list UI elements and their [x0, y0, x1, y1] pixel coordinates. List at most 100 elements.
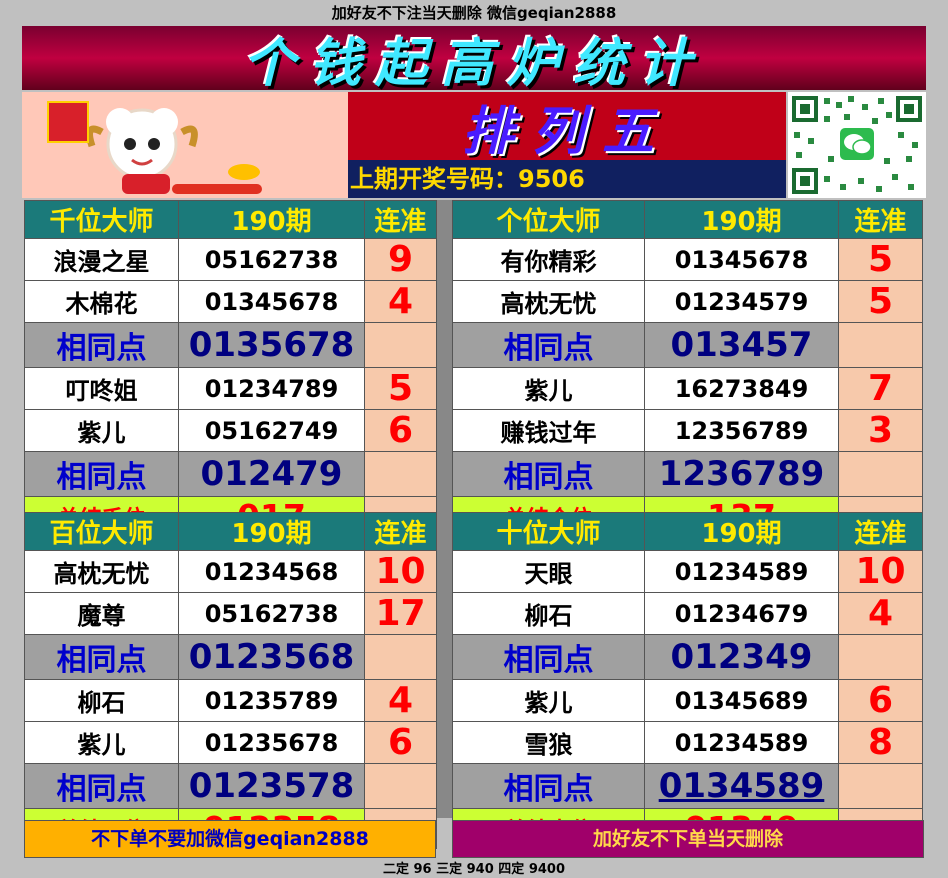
master-number: 01345678 [644, 238, 839, 281]
section-period: 190期 [178, 200, 365, 239]
banner-title: 个钱起高炉统计 [242, 33, 705, 94]
common-digits: 0123578 [178, 763, 365, 809]
streak-count: 6 [364, 409, 437, 452]
empty-cell [838, 451, 923, 497]
streak-count: 9 [364, 238, 437, 281]
streak-count: 4 [364, 679, 437, 722]
master-number: 01234589 [644, 721, 839, 764]
common-row: 相同点 0135678 [24, 322, 437, 368]
master-name: 叮咚姐 [24, 367, 179, 410]
master-number: 01235678 [178, 721, 365, 764]
section-baiwei: 百位大师 190期 连准 高枕无忧 01234568 10 魔尊 0516273… [24, 512, 437, 849]
common-digits: 0123568 [178, 634, 365, 680]
section-shiwei: 十位大师 190期 连准 天眼 01234589 10 柳石 01234679 … [452, 512, 923, 849]
table-row: 柳石 01234679 4 [452, 592, 923, 635]
empty-cell [838, 634, 923, 680]
streak-count: 5 [838, 238, 923, 281]
common-row: 相同点 0134589 [452, 763, 923, 809]
streak-count: 6 [364, 721, 437, 764]
common-row: 相同点 012349 [452, 634, 923, 680]
common-row: 相同点 012479 [24, 451, 437, 497]
table-row: 紫儿 16273849 7 [452, 367, 923, 410]
master-name: 柳石 [24, 679, 179, 722]
master-number: 01234789 [178, 367, 365, 410]
table-row: 魔尊 05162738 17 [24, 592, 437, 635]
common-row: 相同点 013457 [452, 322, 923, 368]
section-gewei: 个位大师 190期 连准 有你精彩 01345678 5 高枕无忧 012345… [452, 200, 923, 537]
common-digits: 0134589 [644, 763, 839, 809]
common-label: 相同点 [24, 451, 179, 497]
section-title: 十位大师 [452, 512, 645, 551]
table-row: 高枕无忧 01234568 10 [24, 550, 437, 593]
empty-cell [364, 763, 437, 809]
game-title-banner: 排列五 [348, 92, 786, 162]
streak-header: 连准 [364, 512, 437, 551]
table-row: 紫儿 05162749 6 [24, 409, 437, 452]
streak-count: 6 [838, 679, 923, 722]
common-label: 相同点 [452, 451, 645, 497]
common-digits: 012349 [644, 634, 839, 680]
master-name: 木棉花 [24, 280, 179, 323]
streak-count: 10 [364, 550, 437, 593]
streak-count: 17 [364, 592, 437, 635]
master-number: 01234679 [644, 592, 839, 635]
master-number: 12356789 [644, 409, 839, 452]
master-name: 赚钱过年 [452, 409, 645, 452]
table-row: 天眼 01234589 10 [452, 550, 923, 593]
bottom-note: 二定 96 三定 940 四定 9400 [382, 862, 566, 877]
streak-header: 连准 [364, 200, 437, 239]
table-row: 木棉花 01345678 4 [24, 280, 437, 323]
table-row: 赚钱过年 12356789 3 [452, 409, 923, 452]
master-name: 紫儿 [452, 679, 645, 722]
streak-count: 8 [838, 721, 923, 764]
table-row: 紫儿 01235678 6 [24, 721, 437, 764]
table-row: 柳石 01235789 4 [24, 679, 437, 722]
common-digits: 012479 [178, 451, 365, 497]
master-number: 16273849 [644, 367, 839, 410]
empty-cell [364, 322, 437, 368]
streak-count: 5 [364, 367, 437, 410]
empty-cell [364, 634, 437, 680]
main-banner: 个钱起高炉统计 [22, 26, 926, 94]
streak-count: 10 [838, 550, 923, 593]
master-number: 05162749 [178, 409, 365, 452]
streak-count: 3 [838, 409, 923, 452]
section-header: 千位大师 190期 连准 [24, 200, 437, 239]
section-title: 千位大师 [24, 200, 179, 239]
section-qianwei: 千位大师 190期 连准 浪漫之星 05162738 9 木棉花 0134567… [24, 200, 437, 537]
master-number: 01234579 [644, 280, 839, 323]
master-number: 05162738 [178, 592, 365, 635]
master-number: 05162738 [178, 238, 365, 281]
streak-count: 5 [838, 280, 923, 323]
table-row: 紫儿 01345689 6 [452, 679, 923, 722]
table-row: 雪狼 01234589 8 [452, 721, 923, 764]
streak-count: 7 [838, 367, 923, 410]
empty-cell [838, 322, 923, 368]
master-number: 01235789 [178, 679, 365, 722]
common-label: 相同点 [452, 763, 645, 809]
common-row: 相同点 1236789 [452, 451, 923, 497]
streak-header: 连准 [838, 200, 923, 239]
section-period: 190期 [178, 512, 365, 551]
master-number: 01345689 [644, 679, 839, 722]
streak-header: 连准 [838, 512, 923, 551]
common-label: 相同点 [24, 763, 179, 809]
empty-cell [838, 763, 923, 809]
column-divider [436, 200, 452, 818]
master-number: 01234589 [644, 550, 839, 593]
master-name: 柳石 [452, 592, 645, 635]
common-digits: 1236789 [644, 451, 839, 497]
master-name: 紫儿 [452, 367, 645, 410]
section-header: 百位大师 190期 连准 [24, 512, 437, 551]
common-label: 相同点 [452, 322, 645, 368]
section-period: 190期 [644, 200, 839, 239]
master-name: 魔尊 [24, 592, 179, 635]
section-header: 个位大师 190期 连准 [452, 200, 923, 239]
game-title: 排列五 [461, 101, 672, 162]
master-number: 01234568 [178, 550, 365, 593]
section-header: 十位大师 190期 连准 [452, 512, 923, 551]
table-row: 叮咚姐 01234789 5 [24, 367, 437, 410]
empty-cell [364, 451, 437, 497]
last-draw-number: 上期开奖号码：9506 [348, 160, 786, 198]
streak-count: 4 [838, 592, 923, 635]
